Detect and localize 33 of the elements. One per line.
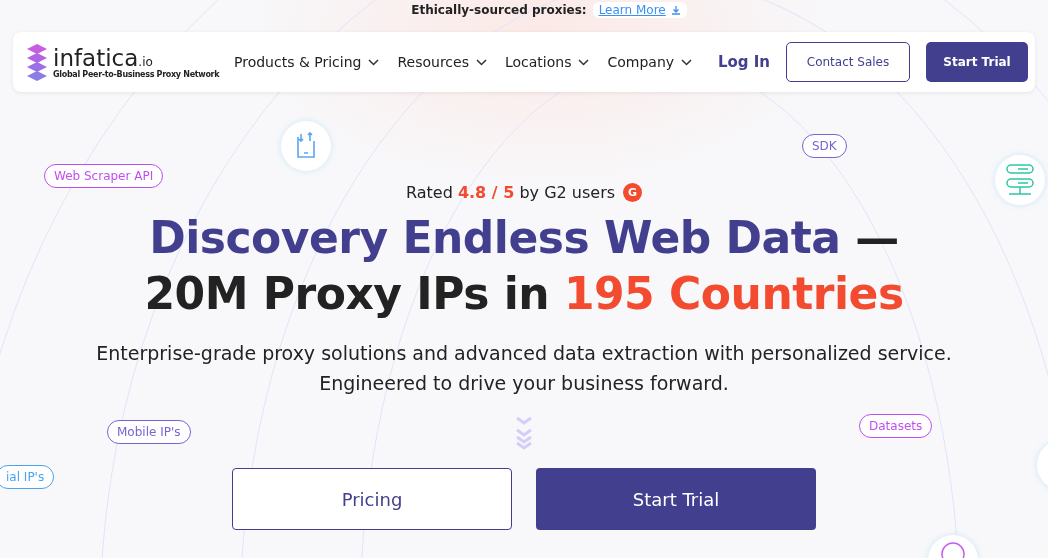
g2-badge: G: [623, 182, 643, 202]
chevron-down-icon: [475, 58, 487, 66]
headline-line: 20M Proxy IPs in 195 Countries: [144, 267, 904, 321]
start-trial-button[interactable]: Start Trial: [536, 468, 816, 530]
nav-menu-item[interactable]: Products & Pricing: [234, 54, 380, 70]
rating-text: Rated 4.8 / 5 by G2 users: [405, 182, 616, 202]
nav-menu-item[interactable]: Locations: [504, 54, 590, 70]
scroll-down-chevrons-icon: [515, 416, 533, 450]
download-icon: [670, 5, 681, 15]
logo-tagline: Global Peer-to-Business Proxy Network: [53, 69, 220, 79]
feature-tag[interactable]: SDK: [802, 134, 847, 158]
nav-menu-item[interactable]: Resources: [397, 54, 487, 70]
feature-tag[interactable]: Datasets: [859, 414, 933, 438]
feature-tag[interactable]: Web Scraper API: [44, 164, 164, 188]
server-icon: [1006, 164, 1034, 196]
subtitle-line: Engineered to drive your business forward.: [319, 371, 729, 396]
circle-outline-icon: [940, 541, 966, 558]
chevron-down-icon: [578, 58, 590, 66]
login-link[interactable]: Log In: [717, 53, 770, 71]
feature-tag[interactable]: Mobile IP's: [107, 420, 191, 444]
headline-line: Discovery Endless Web Data —: [149, 211, 899, 265]
subtitle-line: Enterprise-grade proxy solutions and advanced data extraction with personalized service.: [96, 341, 952, 366]
announcement-text: Ethically-sourced proxies:: [411, 3, 587, 17]
logo-domain-suffix: .io: [138, 54, 153, 69]
stacked-layers-icon: [26, 43, 48, 81]
nav-menu-item[interactable]: Company: [607, 54, 693, 70]
contact-sales-button[interactable]: Contact Sales: [786, 42, 910, 82]
chevron-down-icon: [368, 58, 380, 66]
start-trial-button[interactable]: Start Trial: [926, 42, 1028, 82]
phone-transfer-icon: [295, 131, 317, 161]
chevron-down-icon: [681, 58, 693, 66]
logo-wordmark: infatica: [53, 45, 139, 70]
pricing-button[interactable]: Pricing: [232, 468, 512, 530]
